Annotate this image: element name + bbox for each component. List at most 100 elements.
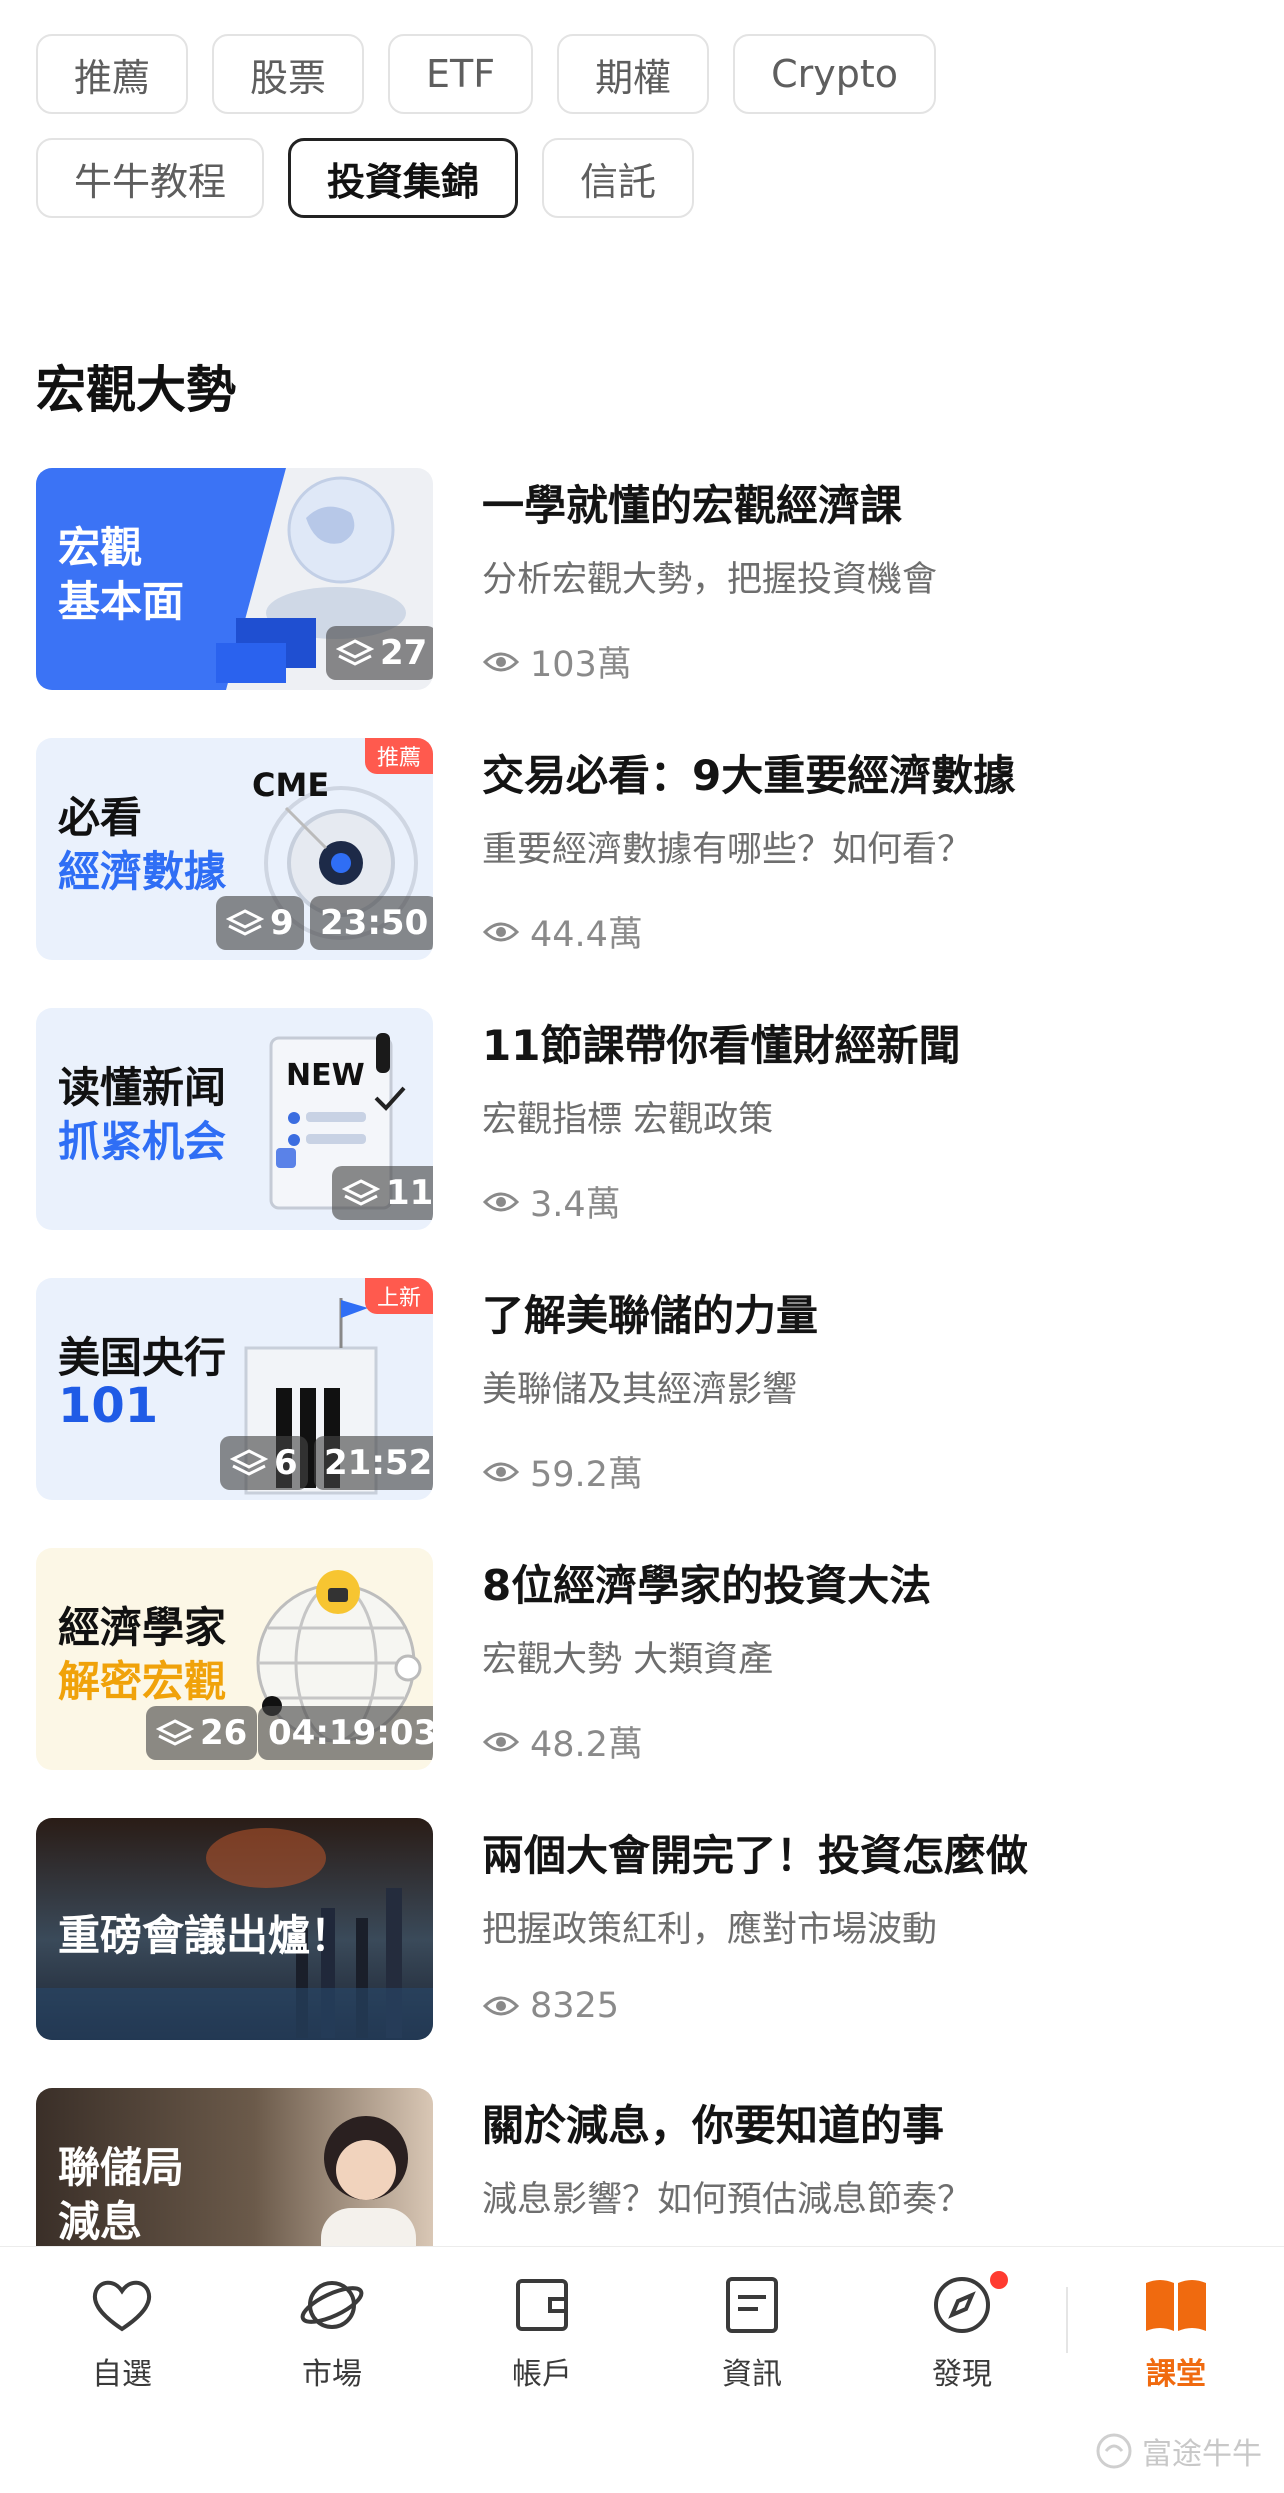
nav-divider <box>1066 2287 1068 2353</box>
course-thumbnail: 聯儲局 減息 <box>36 2088 433 2246</box>
chip-stocks[interactable]: 股票 <box>212 34 365 114</box>
course-thumbnail: 經濟學家 解密宏觀 26 04:19:03 <box>36 1548 433 1770</box>
view-count: 48.2萬 <box>482 1716 643 1767</box>
course-subtitle: 減息影響？如何預估減息節奏？ <box>482 2180 973 2220</box>
heart-icon <box>92 2280 152 2332</box>
course-item[interactable]: 聯儲局 減息 關於減息，你要知道的事 減息影響？如何預估減息節奏？ <box>36 2088 1256 2246</box>
thumbnail-text-line2: 減息 <box>58 2197 143 2246</box>
notification-dot <box>990 2271 1008 2289</box>
duration-badge: 04:19:03 <box>258 1706 433 1760</box>
view-count: 8325 <box>482 1986 619 2026</box>
course-title[interactable]: 11節課帶你看懂財經新聞 <box>482 1012 1252 1073</box>
layers-icon <box>342 1179 380 1206</box>
thumbnail-text-line1: 經濟學家 <box>58 1603 227 1652</box>
nav-label: 自選 <box>92 2357 152 2392</box>
nav-label: 資訊 <box>722 2357 782 2392</box>
wallet-icon <box>516 2279 568 2331</box>
eye-icon <box>482 1462 520 1481</box>
course-title[interactable]: 了解美聯儲的力量 <box>482 1282 1252 1343</box>
thumbnail-text-line1: 宏觀 <box>58 523 143 572</box>
thumbnail-text-line1: 聯儲局 <box>58 2143 185 2192</box>
book-icon <box>1146 2280 1206 2331</box>
course-title[interactable]: 關於減息，你要知道的事 <box>482 2092 1252 2153</box>
nav-label: 發現 <box>932 2357 992 2392</box>
course-item[interactable]: NEW 读懂新闻 抓紧机会 11 11節課帶你看懂財經新聞 宏觀指標 宏觀政策 … <box>36 1008 1256 1278</box>
course-item[interactable]: 重磅會議出爐！ 兩個大會開完了！投資怎麼做 把握政策紅利，應對市場波動 8325 <box>36 1818 1256 2088</box>
eye-icon <box>482 1732 520 1751</box>
course-subtitle: 分析宏觀大勢，把握投資機會 <box>482 560 938 600</box>
chip-options[interactable]: 期權 <box>557 34 710 114</box>
nav-news[interactable]: 資訊 <box>672 2269 832 2399</box>
nav-label: 帳戶 <box>512 2357 572 2392</box>
view-count: 3.4萬 <box>482 1176 621 1227</box>
category-chips: 推薦 股票 ETF 期權 Crypto 牛牛教程 投資集錦 信託 <box>36 34 1256 242</box>
course-item[interactable]: 宏觀 基本面 27 一學就懂的宏觀經濟課 分析宏觀大勢，把握投資機會 103萬 <box>36 468 1256 738</box>
lesson-count-badge: 6 <box>220 1436 308 1490</box>
view-count: 103萬 <box>482 636 632 687</box>
eye-icon <box>482 652 520 671</box>
chip-trust[interactable]: 信託 <box>542 138 695 218</box>
course-thumbnail: 上新 美国央行 101 6 21:52 <box>36 1278 433 1500</box>
eye-icon <box>482 1192 520 1211</box>
course-subtitle: 把握政策紅利，應對市場波動 <box>482 1910 938 1950</box>
course-item[interactable]: 經濟學家 解密宏觀 26 04:19:03 8位經濟學家的投資大法 宏觀大勢 大… <box>36 1548 1256 1818</box>
layers-icon <box>336 639 374 666</box>
course-subtitle: 宏觀指標 宏觀政策 <box>482 1100 774 1140</box>
news-icon <box>726 2277 778 2333</box>
thumbnail-extra-text: NEW <box>286 1058 365 1093</box>
lesson-count-badge: 11 <box>332 1166 433 1220</box>
chip-etf[interactable]: ETF <box>388 34 534 114</box>
course-thumbnail: NEW 读懂新闻 抓紧机会 11 <box>36 1008 433 1230</box>
thumbnail-text-line2: 101 <box>58 1378 159 1434</box>
nav-watchlist[interactable]: 自選 <box>42 2269 202 2399</box>
recommend-tag: 推薦 <box>364 738 433 774</box>
watermark: 富途牛牛 <box>1094 2429 1262 2473</box>
nav-classroom[interactable]: 課堂 <box>1096 2269 1256 2399</box>
nav-discover[interactable]: 發現 <box>882 2269 1042 2399</box>
thumbnail-text-line1: 美国央行 <box>58 1333 227 1382</box>
lesson-count-badge: 26 <box>146 1706 258 1760</box>
view-count: 59.2萬 <box>482 1446 643 1497</box>
nav-label: 課堂 <box>1146 2357 1206 2392</box>
course-title[interactable]: 一學就懂的宏觀經濟課 <box>482 472 1252 533</box>
course-item[interactable]: 上新 美国央行 101 6 21:52 了解美聯儲的力量 美聯儲及其經濟影響 5… <box>36 1278 1256 1548</box>
chip-investment-collection[interactable]: 投資集錦 <box>288 138 519 218</box>
new-tag: 上新 <box>364 1278 433 1314</box>
thumbnail-text-line2: 解密宏觀 <box>58 1657 227 1706</box>
thumbnail-text-line2: 基本面 <box>58 577 185 626</box>
section-title: 宏觀大勢 <box>36 361 236 419</box>
thumbnail-text-line1: 必看 <box>58 793 143 842</box>
compass-icon <box>934 2277 990 2333</box>
nav-market[interactable]: 市場 <box>252 2269 412 2399</box>
layers-icon <box>156 1719 194 1746</box>
lesson-count-badge: 27 <box>326 626 433 680</box>
course-thumbnail: 宏觀 基本面 27 <box>36 468 433 690</box>
view-count: 44.4萬 <box>482 906 643 957</box>
course-thumbnail: CME 推薦 必看 經濟數據 9 23:50 <box>36 738 433 960</box>
chip-recommend[interactable]: 推薦 <box>36 34 189 114</box>
eye-icon <box>482 922 520 941</box>
duration-badge: 23:50 <box>310 896 433 950</box>
layers-icon <box>226 909 264 936</box>
course-list: 宏觀 基本面 27 一學就懂的宏觀經濟課 分析宏觀大勢，把握投資機會 103萬 <box>36 468 1256 2246</box>
course-thumbnail: 重磅會議出爐！ <box>36 1818 433 2040</box>
thumbnail-text-line2: 抓紧机会 <box>58 1117 227 1166</box>
chip-crypto[interactable]: Crypto <box>733 34 937 114</box>
thumbnail-text-line1: 读懂新闻 <box>58 1063 227 1112</box>
course-item[interactable]: CME 推薦 必看 經濟數據 9 23:50 交易必看：9大重要經濟數據 重要經… <box>36 738 1256 1008</box>
thumbnail-extra-text: CME <box>252 766 330 804</box>
course-subtitle: 美聯儲及其經濟影響 <box>482 1370 798 1410</box>
course-title[interactable]: 8位經濟學家的投資大法 <box>482 1552 1252 1613</box>
bottom-navigation: 自選 市場 帳戶 資訊 發現 課堂 富途牛牛 <box>0 2246 1284 2493</box>
course-subtitle: 重要經濟數據有哪些？如何看？ <box>482 830 973 870</box>
layers-icon <box>230 1449 268 1476</box>
course-title[interactable]: 兩個大會開完了！投資怎麼做 <box>482 1822 1252 1883</box>
nav-label: 市場 <box>302 2357 362 2392</box>
chip-tutorial[interactable]: 牛牛教程 <box>36 138 265 218</box>
thumbnail-text-line2: 經濟數據 <box>58 847 227 896</box>
futu-logo-icon <box>1096 2433 1132 2469</box>
nav-account[interactable]: 帳戶 <box>462 2269 622 2399</box>
course-subtitle: 宏觀大勢 大類資產 <box>482 1640 774 1680</box>
thumbnail-text-line1: 重磅會議出爐！ <box>58 1911 353 1960</box>
course-title[interactable]: 交易必看：9大重要經濟數據 <box>482 742 1252 803</box>
